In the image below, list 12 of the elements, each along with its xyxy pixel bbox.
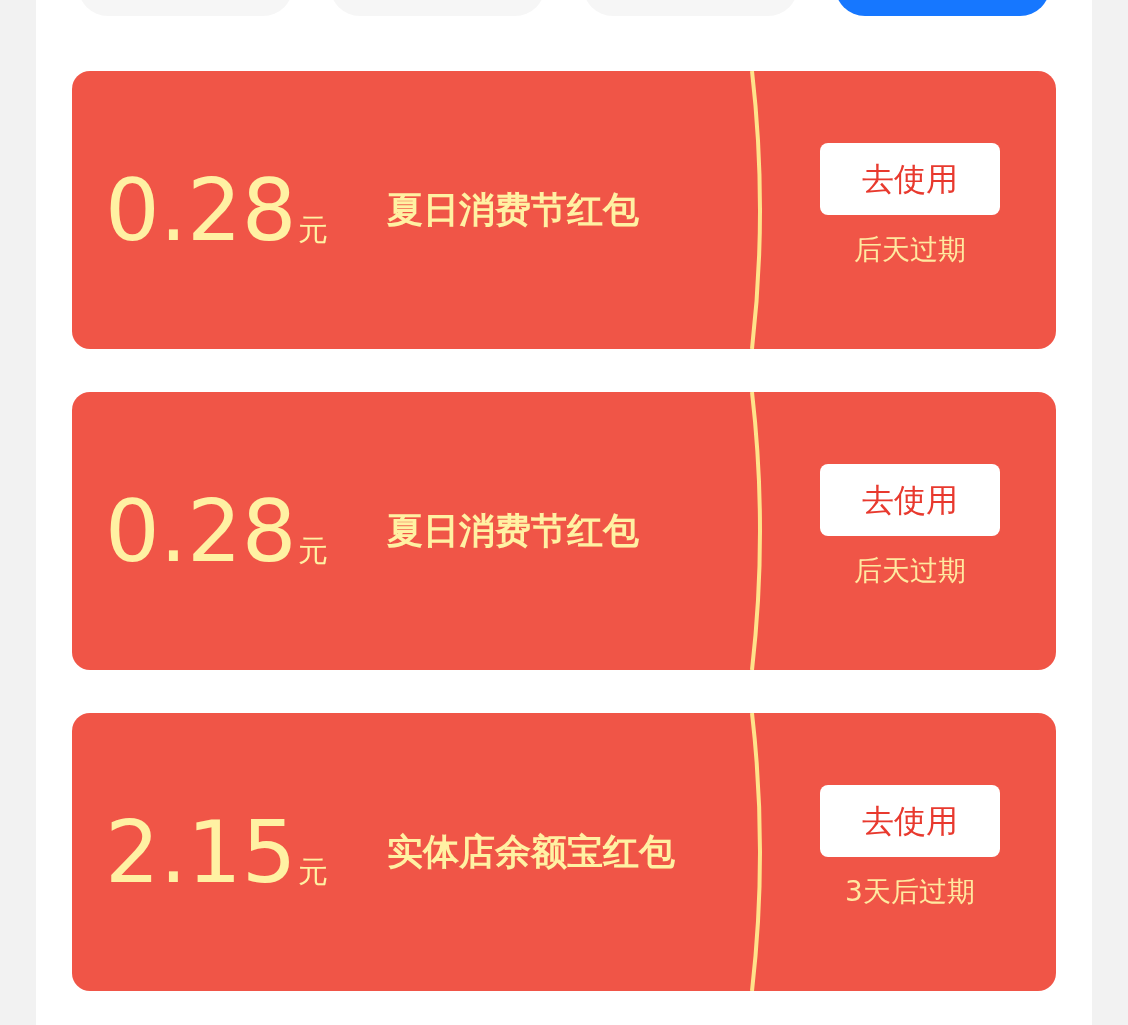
expiry-text: 后天过期 bbox=[854, 553, 966, 589]
coupon-title: 夏日消费节红包 bbox=[387, 188, 639, 232]
expiry-text: 3天后过期 bbox=[845, 874, 975, 910]
coupon-amount: 2.15 元 bbox=[105, 809, 330, 895]
coupon-title: 夏日消费节红包 bbox=[387, 509, 639, 553]
use-button[interactable]: 去使用 bbox=[820, 464, 1000, 536]
use-button[interactable]: 去使用 bbox=[820, 785, 1000, 857]
coupon-amount: 0.28 元 bbox=[105, 167, 330, 253]
coupon-amount: 0.28 元 bbox=[105, 488, 330, 574]
expiry-text: 后天过期 bbox=[854, 232, 966, 268]
coupon-title: 实体店余额宝红包 bbox=[387, 830, 675, 874]
use-button[interactable]: 去使用 bbox=[820, 143, 1000, 215]
